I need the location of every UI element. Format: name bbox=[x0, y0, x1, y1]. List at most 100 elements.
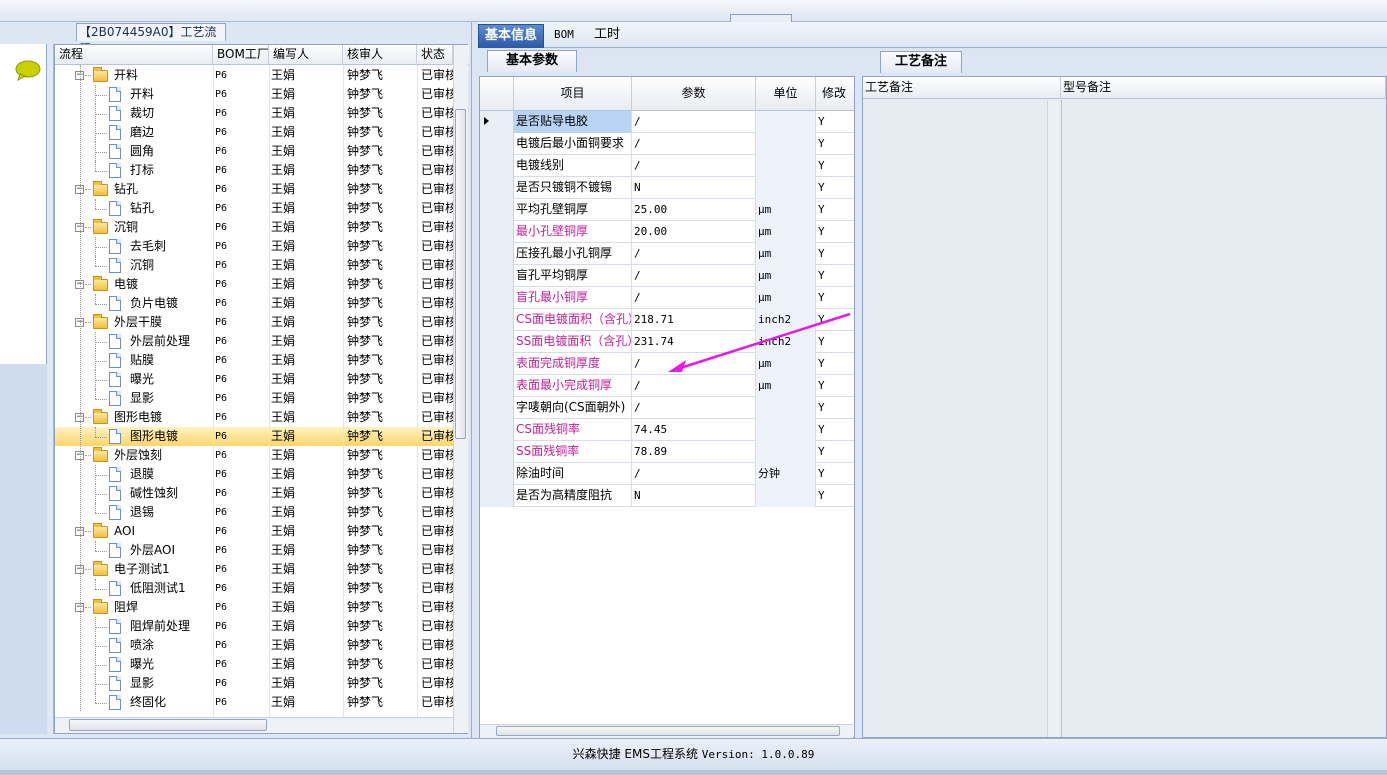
param-unit-cell[interactable]: μm bbox=[756, 243, 816, 265]
param-item-cell[interactable]: 是否为高精度阻抗 bbox=[514, 485, 632, 507]
col-author[interactable]: 编写人 bbox=[269, 45, 343, 65]
param-modify-cell[interactable]: Y bbox=[816, 111, 854, 133]
param-value-cell[interactable]: / bbox=[632, 243, 756, 265]
model-remark-textbox[interactable] bbox=[1062, 100, 1386, 737]
param-item-cell[interactable]: SS面电镀面积（含孔） bbox=[514, 331, 632, 353]
param-row[interactable]: 盲孔平均铜厚 / μm Y bbox=[480, 265, 854, 287]
param-row[interactable]: 是否贴导电胶 / Y bbox=[480, 111, 854, 133]
param-unit-cell[interactable] bbox=[756, 111, 816, 133]
param-unit-cell[interactable]: μm bbox=[756, 199, 816, 221]
param-modify-cell[interactable]: Y bbox=[816, 265, 854, 287]
param-unit-cell[interactable]: μm bbox=[756, 221, 816, 243]
param-item-cell[interactable]: 电镀后最小面铜要求 bbox=[514, 133, 632, 155]
param-row[interactable]: 是否为高精度阻抗 N Y bbox=[480, 485, 854, 507]
param-row[interactable]: 除油时间 / 分钟 Y bbox=[480, 463, 854, 485]
row-indicator[interactable] bbox=[480, 177, 514, 199]
param-value-cell[interactable]: 20.00 bbox=[632, 221, 756, 243]
param-unit-cell[interactable] bbox=[756, 485, 816, 507]
row-indicator[interactable] bbox=[480, 353, 514, 375]
col-modify[interactable]: 修改 bbox=[816, 77, 854, 111]
param-value-cell[interactable]: / bbox=[632, 111, 756, 133]
tree-folder-row[interactable]: − 电镀 P6 王娟 钟梦飞 已审核 bbox=[55, 275, 453, 294]
tree-folder-row[interactable]: − 图形电镀 P6 王娟 钟梦飞 已审核 bbox=[55, 408, 453, 427]
param-item-cell[interactable]: 表面完成铜厚度 bbox=[514, 353, 632, 375]
param-row[interactable]: 电镀后最小面铜要求 / Y bbox=[480, 133, 854, 155]
param-modify-cell[interactable]: Y bbox=[816, 485, 854, 507]
param-item-cell[interactable]: 压接孔最小孔铜厚 bbox=[514, 243, 632, 265]
param-value-cell[interactable]: / bbox=[632, 265, 756, 287]
tree-step-row[interactable]: 终固化 P6 王娟 钟梦飞 已审核 bbox=[55, 693, 453, 712]
tree-folder-row[interactable]: − 电子测试1 P6 王娟 钟梦飞 已审核 bbox=[55, 560, 453, 579]
tree-step-row[interactable]: 曝光 P6 王娟 钟梦飞 已审核 bbox=[55, 655, 453, 674]
tree-folder-row[interactable]: − 阻焊 P6 王娟 钟梦飞 已审核 bbox=[55, 598, 453, 617]
param-row[interactable]: 表面最小完成铜厚 / μm Y bbox=[480, 375, 854, 397]
tree-folder-row[interactable]: − AOI P6 王娟 钟梦飞 已审核 bbox=[55, 522, 453, 541]
tree-step-row[interactable]: 圆角 P6 王娟 钟梦飞 已审核 bbox=[55, 142, 453, 161]
param-item-cell[interactable]: 是否只镀铜不镀锡 bbox=[514, 177, 632, 199]
tree-step-row[interactable]: 去毛刺 P6 王娟 钟梦飞 已审核 bbox=[55, 237, 453, 256]
param-item-cell[interactable]: 平均孔壁铜厚 bbox=[514, 199, 632, 221]
tree-vertical-scroll-thumb[interactable] bbox=[455, 109, 466, 439]
param-row[interactable]: 电镀线别 / Y bbox=[480, 155, 854, 177]
tree-step-row[interactable]: 磨边 P6 王娟 钟梦飞 已审核 bbox=[55, 123, 453, 142]
param-modify-cell[interactable]: Y bbox=[816, 441, 854, 463]
param-unit-cell[interactable]: μm bbox=[756, 375, 816, 397]
param-row[interactable]: SS面残铜率 78.89 Y bbox=[480, 441, 854, 463]
chat-bubble-icon[interactable] bbox=[14, 59, 42, 81]
param-unit-cell[interactable]: μm bbox=[756, 265, 816, 287]
param-modify-cell[interactable]: Y bbox=[816, 463, 854, 485]
row-indicator[interactable] bbox=[480, 309, 514, 331]
params-horizontal-scroll-thumb[interactable] bbox=[496, 726, 840, 736]
param-value-cell[interactable]: 74.45 bbox=[632, 419, 756, 441]
row-indicator[interactable] bbox=[480, 111, 514, 133]
row-indicator[interactable] bbox=[480, 133, 514, 155]
tree-step-row[interactable]: 贴膜 P6 王娟 钟梦飞 已审核 bbox=[55, 351, 453, 370]
col-bom-factory[interactable]: BOM工厂 bbox=[213, 45, 269, 65]
tree-step-row[interactable]: 打标 P6 王娟 钟梦飞 已审核 bbox=[55, 161, 453, 180]
param-item-cell[interactable]: 电镀线别 bbox=[514, 155, 632, 177]
param-value-cell[interactable]: N bbox=[632, 177, 756, 199]
tree-folder-row[interactable]: − 外层干膜 P6 王娟 钟梦飞 已审核 bbox=[55, 313, 453, 332]
param-unit-cell[interactable] bbox=[756, 177, 816, 199]
param-value-cell[interactable]: / bbox=[632, 133, 756, 155]
row-indicator[interactable] bbox=[480, 485, 514, 507]
row-indicator[interactable] bbox=[480, 199, 514, 221]
param-item-cell[interactable]: 盲孔平均铜厚 bbox=[514, 265, 632, 287]
row-indicator[interactable] bbox=[480, 375, 514, 397]
row-indicator[interactable] bbox=[480, 397, 514, 419]
tree-folder-row[interactable]: − 沉铜 P6 王娟 钟梦飞 已审核 bbox=[55, 218, 453, 237]
tree-step-row[interactable]: 阻焊前处理 P6 王娟 钟梦飞 已审核 bbox=[55, 617, 453, 636]
param-row[interactable]: 平均孔壁铜厚 25.00 μm Y bbox=[480, 199, 854, 221]
tree-step-row[interactable]: 退膜 P6 王娟 钟梦飞 已审核 bbox=[55, 465, 453, 484]
tree-step-row[interactable]: 负片电镀 P6 王娟 钟梦飞 已审核 bbox=[55, 294, 453, 313]
col-unit[interactable]: 单位 bbox=[756, 77, 816, 111]
row-indicator[interactable] bbox=[480, 463, 514, 485]
param-modify-cell[interactable]: Y bbox=[816, 397, 854, 419]
param-unit-cell[interactable] bbox=[756, 397, 816, 419]
tree-step-row[interactable]: 沉铜 P6 王娟 钟梦飞 已审核 bbox=[55, 256, 453, 275]
tree-step-row[interactable]: 显影 P6 王娟 钟梦飞 已审核 bbox=[55, 389, 453, 408]
param-item-cell[interactable]: 字唛朝向(CS面朝外) bbox=[514, 397, 632, 419]
tree-step-row[interactable]: 开料 P6 王娟 钟梦飞 已审核 bbox=[55, 85, 453, 104]
tab-work-hours[interactable]: 工时 bbox=[588, 24, 626, 48]
col-param[interactable]: 参数 bbox=[632, 77, 756, 111]
row-indicator[interactable] bbox=[480, 419, 514, 441]
grid-corner[interactable] bbox=[480, 77, 514, 111]
tree-step-row[interactable]: 裁切 P6 王娟 钟梦飞 已审核 bbox=[55, 104, 453, 123]
tree-folder-row[interactable]: − 开料 P6 王娟 钟梦飞 已审核 bbox=[55, 66, 453, 85]
tree-folder-row[interactable]: − 外层蚀刻 P6 王娟 钟梦飞 已审核 bbox=[55, 446, 453, 465]
param-value-cell[interactable]: / bbox=[632, 155, 756, 177]
row-indicator[interactable] bbox=[480, 287, 514, 309]
param-unit-cell[interactable] bbox=[756, 419, 816, 441]
tab-basic-params[interactable]: 基本参数 bbox=[487, 50, 577, 72]
param-item-cell[interactable]: CS面电镀面积（含孔） bbox=[514, 309, 632, 331]
param-value-cell[interactable]: / bbox=[632, 397, 756, 419]
param-value-cell[interactable]: / bbox=[632, 375, 756, 397]
param-unit-cell[interactable] bbox=[756, 155, 816, 177]
param-item-cell[interactable]: CS面残铜率 bbox=[514, 419, 632, 441]
param-row[interactable]: 是否只镀铜不镀锡 N Y bbox=[480, 177, 854, 199]
tree-step-row[interactable]: 退锡 P6 王娟 钟梦飞 已审核 bbox=[55, 503, 453, 522]
tree-step-row[interactable]: 图形电镀 P6 王娟 钟梦飞 已审核 bbox=[55, 427, 453, 446]
tree-step-row[interactable]: 碱性蚀刻 P6 王娟 钟梦飞 已审核 bbox=[55, 484, 453, 503]
param-modify-cell[interactable]: Y bbox=[816, 133, 854, 155]
